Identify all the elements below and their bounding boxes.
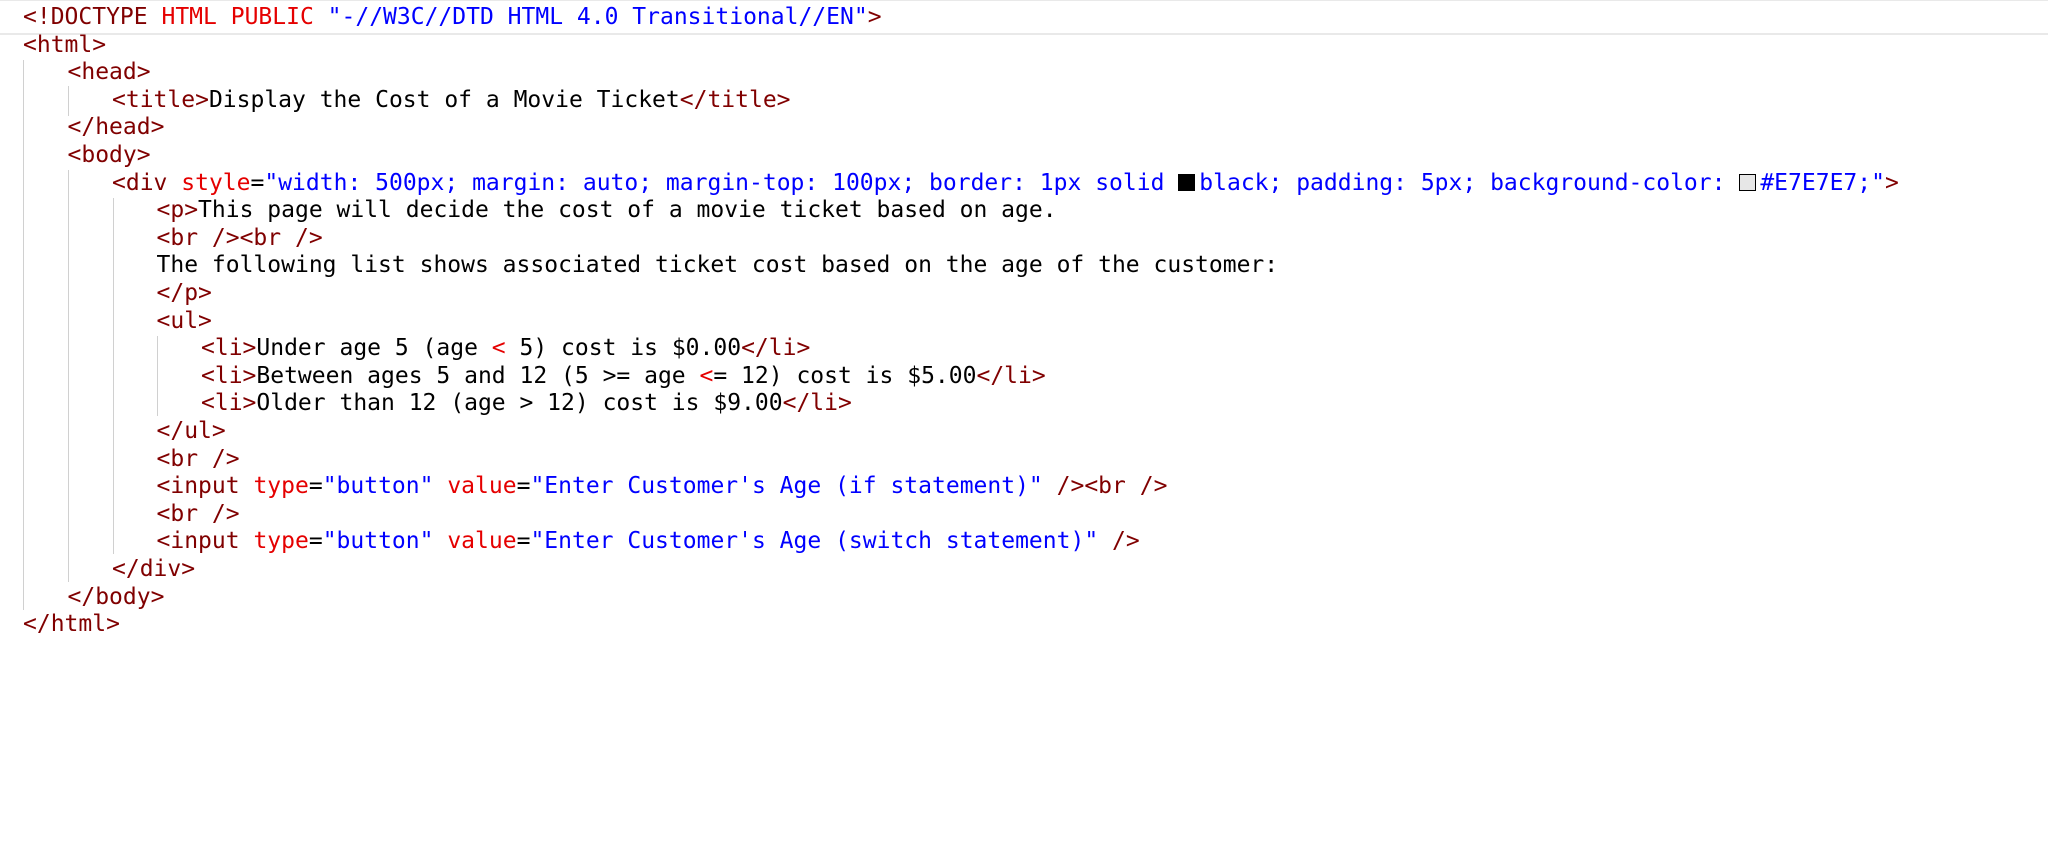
color-swatch-icon[interactable] <box>1739 173 1757 191</box>
code-token: </html> <box>23 611 120 638</box>
code-editor[interactable]: <!DOCTYPE HTML PUBLIC "-//W3C//DTD HTML … <box>0 0 2048 846</box>
color-swatch-icon[interactable] <box>1178 173 1196 191</box>
code-line[interactable]: </html> <box>0 606 2048 642</box>
